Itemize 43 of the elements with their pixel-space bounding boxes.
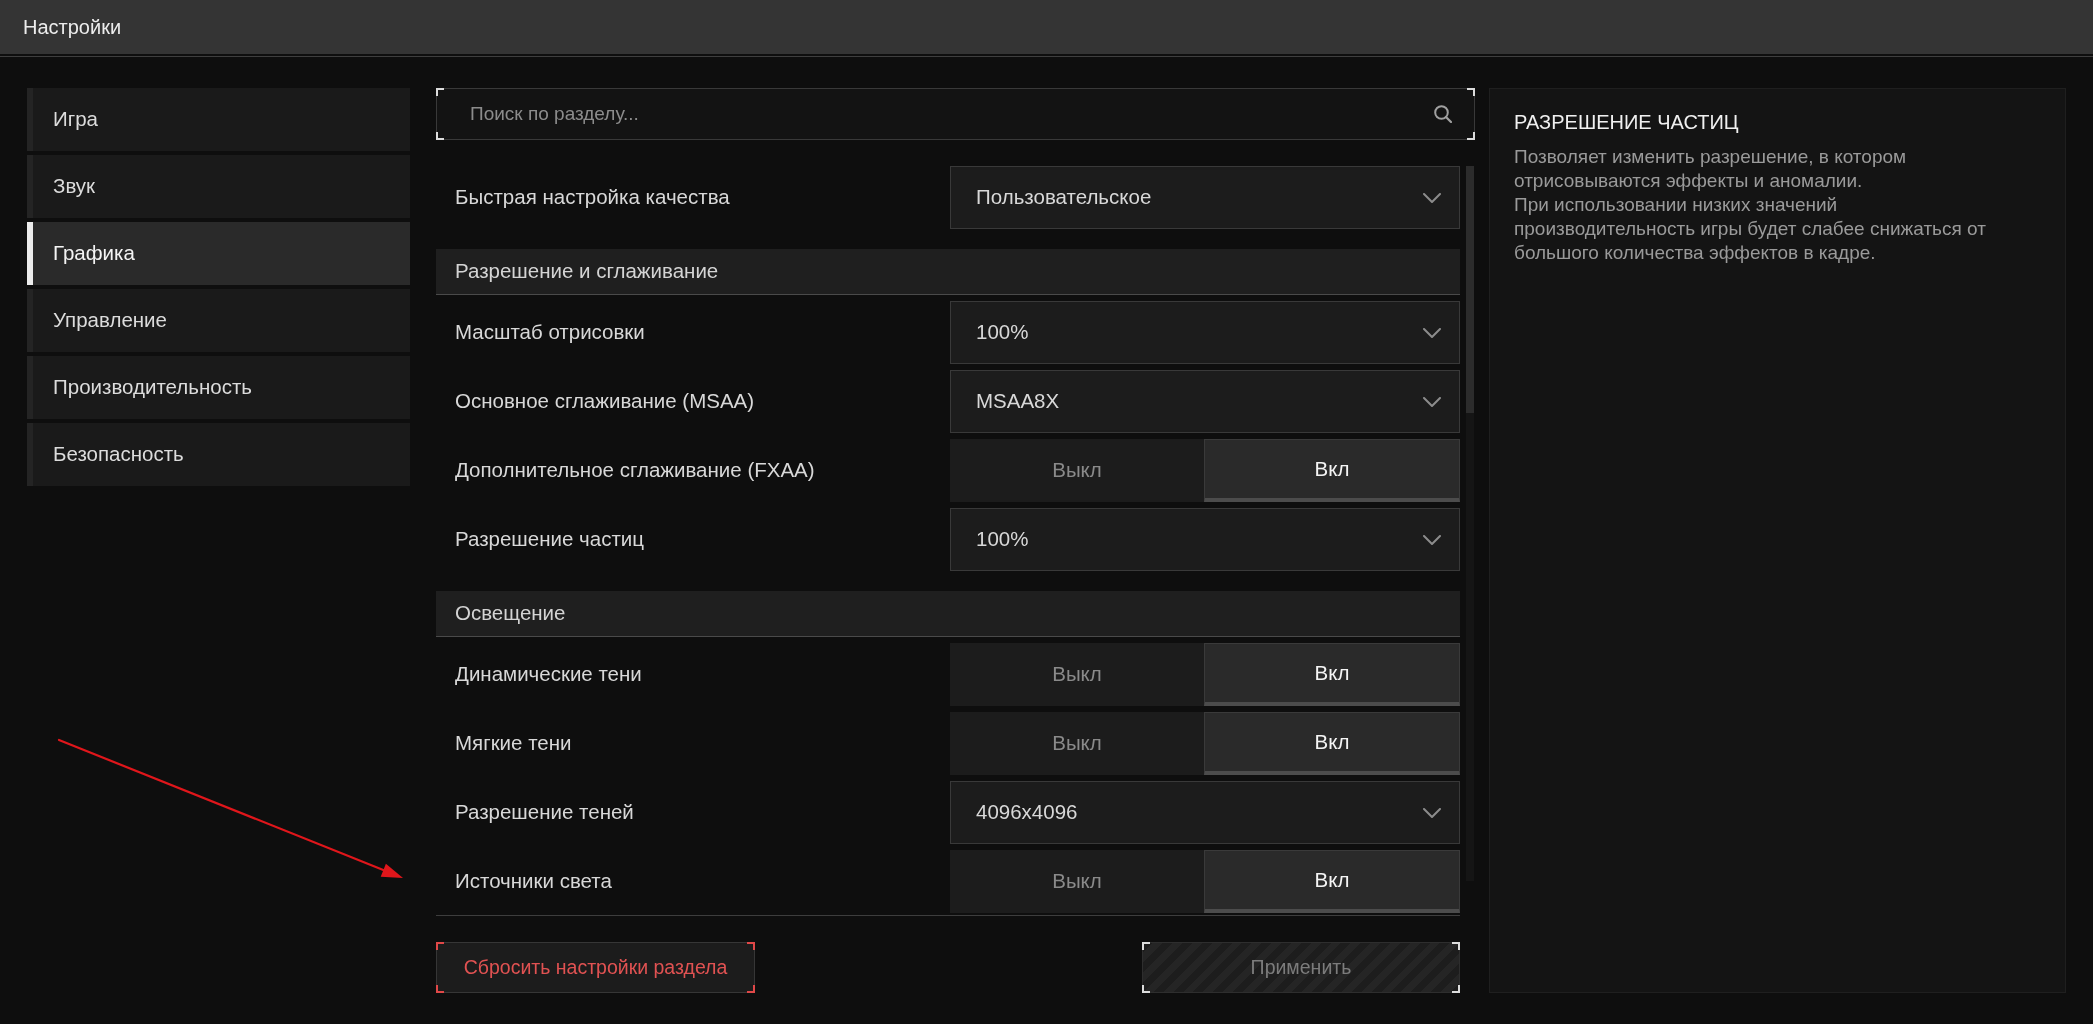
window-title: Настройки — [23, 15, 122, 40]
toggle-option[interactable]: Выкл — [950, 850, 1204, 913]
search-input[interactable]: Поиск по разделу... — [470, 99, 1434, 129]
setting-label: Масштаб отрисовки — [454, 319, 645, 346]
sidebar-item[interactable]: Безопасность — [27, 423, 410, 486]
sidebar-item[interactable]: Графика — [27, 222, 410, 285]
setting-label: Быстрая настройка качества — [454, 184, 730, 211]
setting-label: Динамические тени — [454, 661, 642, 688]
toggle-option[interactable]: Вкл — [1204, 439, 1460, 502]
section-header: Освещение — [436, 591, 1460, 637]
sidebar-item[interactable]: Звук — [27, 155, 410, 218]
dropdown[interactable]: MSAA8X — [950, 370, 1460, 433]
info-paragraph: Позволяет изменить разрешение, в котором отрисовываются эффекты и аномалии. — [1514, 145, 1908, 193]
sidebar-item[interactable]: Производительность — [27, 356, 410, 419]
dropdown[interactable]: Пользовательское — [950, 166, 1460, 229]
setting-label: Разрешение теней — [454, 799, 634, 826]
setting-label: Мягкие тени — [454, 730, 572, 757]
toggle-option[interactable]: Выкл — [950, 712, 1204, 775]
toggle-option[interactable]: Выкл — [950, 643, 1204, 706]
toggle-option[interactable]: Вкл — [1204, 643, 1460, 706]
chevron-down-icon — [1423, 396, 1441, 407]
setting-label: Разрешение частиц — [454, 526, 644, 553]
dropdown[interactable]: 100% — [950, 508, 1460, 571]
dropdown[interactable]: 4096x4096 — [950, 781, 1460, 844]
chevron-down-icon — [1423, 534, 1441, 545]
search-field[interactable]: Поиск по разделу... — [436, 88, 1475, 140]
info-title: РАЗРЕШЕНИЕ ЧАСТИЦ — [1514, 110, 1740, 135]
sidebar-item[interactable]: Игра — [27, 88, 410, 151]
section-header: Разрешение и сглаживание — [436, 249, 1460, 295]
setting-label: Основное сглаживание (MSAA) — [454, 388, 755, 415]
toggle-option[interactable]: Вкл — [1204, 712, 1460, 775]
setting-label: Источники света — [454, 868, 612, 895]
setting-label: Дополнительное сглаживание (FXAA) — [454, 457, 815, 484]
scrollbar-thumb[interactable] — [1466, 166, 1474, 413]
dropdown[interactable]: 100% — [950, 301, 1460, 364]
toggle-option[interactable]: Выкл — [950, 439, 1204, 502]
sidebar-item[interactable]: Управление — [27, 289, 410, 352]
chevron-down-icon — [1423, 192, 1441, 203]
toggle-option[interactable]: Вкл — [1204, 850, 1460, 913]
chevron-down-icon — [1423, 327, 1441, 338]
info-paragraph: При использовании низких значений производительность игры будет слабее снижаться от большого количества эффектов в кадре. — [1514, 193, 1987, 265]
chevron-down-icon — [1423, 807, 1441, 818]
reset-button[interactable]: Сбросить настройки раздела — [436, 942, 755, 993]
